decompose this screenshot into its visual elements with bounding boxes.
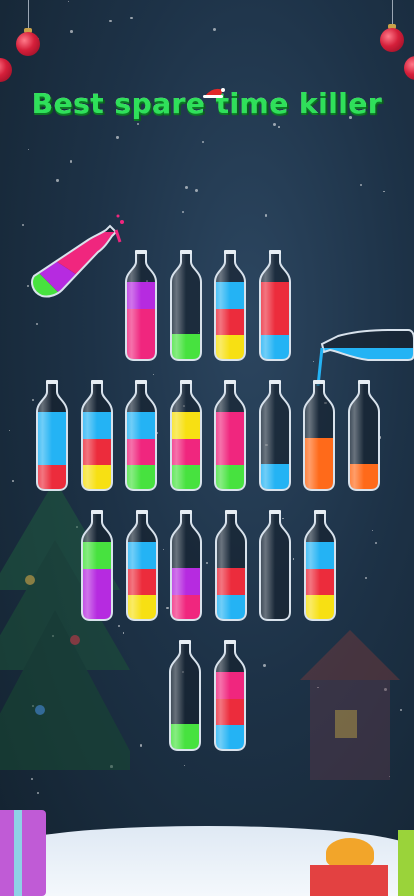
- bottle-shape: [303, 380, 335, 491]
- bottle-shape: [169, 640, 201, 751]
- bottle-shape: [303, 510, 336, 621]
- snowflake: [8, 429, 10, 431]
- bottle-shape: [125, 250, 157, 361]
- snowflake: [68, 0, 70, 3]
- snowflake: [21, 223, 24, 226]
- gift-icon: [310, 865, 388, 896]
- bottle-shape: [213, 640, 246, 751]
- ornament-icon: [16, 32, 40, 56]
- bottle[interactable]: [122, 250, 160, 362]
- snowflake: [136, 122, 139, 126]
- pouring-bottle-right: [316, 329, 414, 386]
- snowflake: [139, 744, 143, 747]
- snowflake: [130, 17, 133, 20]
- snowflake: [212, 28, 217, 32]
- bottle[interactable]: [122, 380, 160, 492]
- bottle[interactable]: [167, 380, 205, 492]
- snowflake: [37, 792, 39, 795]
- snowflake: [262, 663, 267, 667]
- bottle[interactable]: [211, 380, 249, 492]
- snowflake: [152, 373, 154, 375]
- bottle[interactable]: [256, 510, 294, 622]
- bottle-shape: [259, 510, 291, 621]
- snowflake: [184, 186, 188, 190]
- bottle[interactable]: [211, 250, 249, 362]
- bottle-shape: [214, 250, 246, 361]
- snowflake: [109, 19, 113, 23]
- gift-bow-icon: [326, 838, 374, 868]
- bottle-shape: [347, 380, 380, 491]
- santa-hat-icon: [203, 88, 225, 98]
- bottle[interactable]: [256, 380, 294, 492]
- snowflake: [365, 577, 368, 580]
- snowflake: [162, 548, 165, 551]
- bottle-shape: [80, 380, 113, 491]
- bottle[interactable]: [345, 380, 383, 492]
- snowflake: [383, 190, 385, 193]
- bottle[interactable]: [167, 510, 205, 622]
- bottle-shape: [36, 380, 68, 491]
- bottle-shape: [125, 510, 158, 621]
- ornament-icon: [0, 58, 12, 82]
- snowflake: [264, 214, 268, 217]
- snowflake: [181, 211, 184, 214]
- bottle[interactable]: [256, 250, 294, 362]
- snowflake: [272, 123, 276, 127]
- ornament-string: [392, 0, 393, 26]
- ornament-icon: [380, 28, 404, 52]
- bottle[interactable]: [212, 510, 250, 622]
- gift-ribbon: [14, 810, 22, 896]
- snowflake: [194, 188, 198, 192]
- bottle[interactable]: [301, 510, 339, 622]
- bottle-shape: [258, 380, 291, 491]
- bottle[interactable]: [33, 380, 71, 492]
- bottle-shape: [170, 510, 202, 621]
- snowflake: [278, 126, 280, 128]
- bottle-shape: [81, 510, 113, 621]
- snowflake: [375, 542, 378, 545]
- bottle[interactable]: [78, 380, 116, 492]
- bottle[interactable]: [211, 640, 249, 752]
- bottle-shape: [125, 380, 157, 491]
- snowflake: [201, 140, 204, 144]
- snowflake: [372, 529, 374, 531]
- snowflake: [183, 764, 186, 766]
- snowflake: [360, 183, 363, 187]
- snowflake: [206, 562, 208, 565]
- snowflake: [28, 149, 30, 151]
- gift-icon: [398, 830, 414, 896]
- bottle-shape: [169, 250, 202, 361]
- snowflake: [69, 29, 73, 33]
- snowflake: [56, 179, 59, 182]
- ornament-string: [28, 0, 29, 30]
- snowflake: [69, 160, 73, 163]
- snowflake: [400, 708, 403, 711]
- bottle-shape: [214, 380, 246, 491]
- bottle[interactable]: [300, 380, 338, 492]
- snowflake: [116, 136, 119, 139]
- bottle-shape: [169, 380, 202, 491]
- bottle[interactable]: [166, 640, 204, 752]
- pouring-bottle-left: [31, 214, 124, 298]
- bottle-shape: [214, 510, 247, 621]
- bottle-shape: [258, 250, 291, 361]
- snowflake: [35, 322, 39, 326]
- bottle[interactable]: [123, 510, 161, 622]
- gift-icon: [0, 810, 46, 896]
- bottle[interactable]: [78, 510, 116, 622]
- ornament-icon: [404, 56, 414, 80]
- bottle[interactable]: [167, 250, 205, 362]
- house-silhouette: [300, 630, 400, 780]
